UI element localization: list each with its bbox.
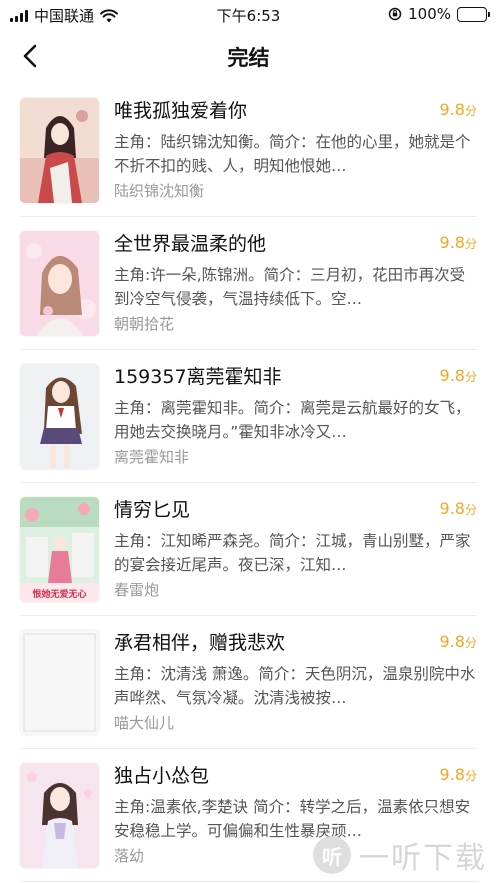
book-author: 春雷炮: [114, 581, 160, 599]
book-description: 主角：江知晞严森尧。简介：江城，青山别墅，严家的宴会接近尾声。夜已深，江知…: [114, 532, 471, 574]
watermark-text: 一听下载: [359, 841, 487, 876]
book-item[interactable]: 承君相伴，赠我悲欢 9.8分 主角：沈清浅 萧逸。简介：天色阴沉，温泉别院中水声…: [0, 616, 497, 749]
book-title: 全世界最温柔的他: [114, 233, 267, 255]
book-title: 独占小怂包: [114, 765, 210, 787]
book-author: 喵大仙儿: [114, 714, 175, 732]
battery-percent: 100%: [408, 5, 451, 23]
battery-icon: [457, 6, 490, 22]
page-title: 完结: [227, 46, 270, 70]
book-description: 主角：沈清浅 萧逸。简介：天色阴沉，温泉别院中水声哗然、气氛冷凝。沈清浅被按…: [114, 665, 476, 707]
book-description: 主角：陆织锦沈知衡。简介：在他的心里，她就是个不折不扣的贱、人，明知他恨她…: [114, 133, 471, 175]
book-cover: [20, 364, 99, 469]
book-item[interactable]: 全世界最温柔的他 9.8分 主角:许一朵,陈锦洲。简介：三月初，花田市再次受到冷…: [0, 217, 497, 350]
status-right: 100%: [388, 5, 490, 23]
book-item[interactable]: 唯我孤独爱着你 9.8分 主角：陆织锦沈知衡。简介：在他的心里，她就是个不折不扣…: [0, 84, 497, 217]
book-list: 唯我孤独爱着你 9.8分 主角：陆织锦沈知衡。简介：在他的心里，她就是个不折不扣…: [0, 84, 497, 882]
book-author: 陆织锦沈知衡: [114, 182, 205, 200]
nav-bar: 完结: [0, 28, 497, 84]
book-score: 9.8分: [439, 499, 477, 518]
book-title: 159357离莞霍知非: [114, 366, 282, 388]
book-cover: [20, 231, 99, 336]
book-cover: 恨她无爱无心: [20, 497, 99, 602]
status-bar: 中国联通 下午6:53 100%: [0, 0, 497, 28]
book-score: 9.8分: [439, 233, 477, 252]
orientation-lock-icon: [388, 7, 402, 21]
book-score: 9.8分: [439, 366, 477, 385]
book-title: 承君相伴，赠我悲欢: [114, 632, 286, 654]
book-cover: [20, 630, 99, 735]
book-score: 9.8分: [439, 765, 477, 784]
book-score: 9.8分: [439, 100, 477, 119]
book-item[interactable]: 159357离莞霍知非 9.8分 主角：离莞霍知非。简介：离莞是云航最好的女飞，…: [0, 350, 497, 483]
book-author: 离莞霍知非: [114, 448, 190, 466]
book-description: 主角:许一朵,陈锦洲。简介：三月初，花田市再次受到冷空气侵袭，气温持续低下。空…: [114, 266, 466, 308]
book-cover: [20, 763, 99, 868]
book-author: 落幼: [114, 847, 145, 865]
book-score: 9.8分: [439, 632, 477, 651]
book-cover: [20, 98, 99, 203]
book-author: 朝朝拾花: [114, 315, 175, 333]
book-title: 情穷匕见: [114, 499, 191, 521]
watermark-logo-icon: 听: [313, 836, 351, 874]
book-item[interactable]: 恨她无爱无心 情穷匕见 9.8分 主角：江知晞严森尧。简介：江城，青山别墅，严家…: [0, 483, 497, 616]
book-description: 主角：离莞霍知非。简介：离莞是云航最好的女飞，用她去交换晓月。”霍知非冰冷又…: [114, 399, 471, 441]
svg-text:恨她无爱无心: 恨她无爱无心: [32, 588, 86, 600]
book-title: 唯我孤独爱着你: [114, 100, 248, 122]
watermark: 听 一听下载: [313, 833, 487, 877]
